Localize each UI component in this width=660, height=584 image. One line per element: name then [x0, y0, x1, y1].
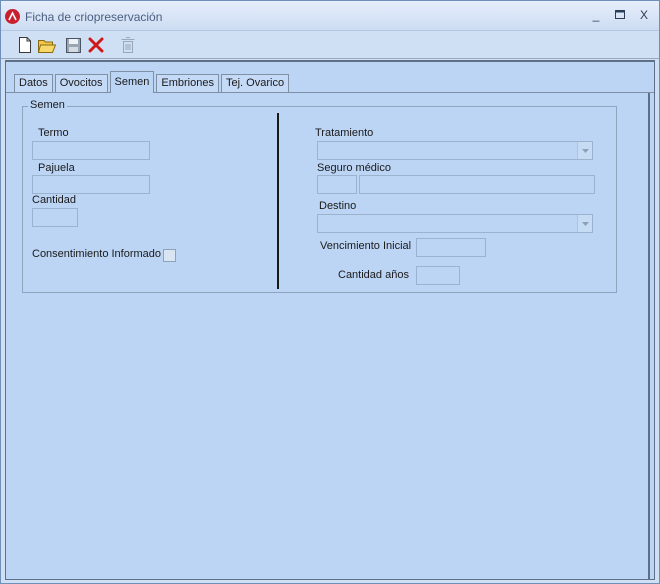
tab-tej-ovarico[interactable]: Tej. Ovarico: [220, 74, 290, 92]
chevron-down-icon[interactable]: [577, 142, 592, 159]
consentimiento-checkbox[interactable]: [163, 249, 176, 262]
cantidad-field[interactable]: [32, 208, 78, 227]
tratamiento-combo[interactable]: [317, 141, 593, 160]
tab-ovocitos[interactable]: Ovocitos: [54, 74, 108, 92]
vencimiento-label: Vencimiento Inicial: [320, 240, 412, 252]
destino-combo[interactable]: [317, 214, 593, 233]
close-button[interactable]: X: [635, 7, 653, 23]
app-window: Ficha de criopreservación _ X Datos Ovoc…: [0, 0, 660, 584]
title-bar: Ficha de criopreservación _ X: [1, 1, 659, 31]
tab-semen[interactable]: Semen: [109, 71, 155, 93]
seguro-label: Seguro médico: [317, 162, 391, 174]
consentimiento-label: Consentimiento Informado: [32, 248, 162, 260]
trash-icon: [121, 37, 135, 53]
vencimiento-field[interactable]: [416, 238, 486, 257]
semen-groupbox: Semen Termo Pajuela Cantidad Consentimie…: [22, 99, 617, 293]
trash-button[interactable]: [118, 35, 138, 55]
open-folder-icon: [38, 39, 56, 53]
tab-embriones[interactable]: Embriones: [156, 74, 219, 92]
vertical-divider: [277, 113, 279, 289]
open-button[interactable]: [37, 35, 57, 55]
save-button[interactable]: [63, 35, 83, 55]
cantidad-anos-label: Cantidad años: [338, 269, 409, 281]
maximize-icon: [615, 10, 625, 19]
new-document-icon: [19, 37, 31, 53]
seguro-code-field[interactable]: [317, 175, 357, 194]
pajuela-field[interactable]: [32, 175, 150, 194]
tab-datos[interactable]: Datos: [14, 74, 53, 92]
minimize-button[interactable]: _: [587, 7, 605, 23]
save-icon: [65, 37, 81, 53]
group-title: Semen: [28, 99, 67, 111]
tab-strip: Datos Ovocitos Semen Embriones Tej. Ovar…: [14, 71, 291, 93]
termo-field[interactable]: [32, 141, 150, 160]
tratamiento-label: Tratamiento: [315, 127, 374, 139]
delete-x-icon: [88, 37, 104, 53]
seguro-name-field[interactable]: [359, 175, 595, 194]
pajuela-label: Pajuela: [38, 162, 75, 174]
app-logo-icon: [5, 9, 20, 24]
termo-label: Termo: [38, 127, 69, 139]
chevron-down-icon[interactable]: [577, 215, 592, 232]
cantidad-label: Cantidad: [32, 194, 77, 206]
window-title: Ficha de criopreservación: [25, 10, 163, 24]
form-client-area: Datos Ovocitos Semen Embriones Tej. Ovar…: [5, 60, 655, 580]
cantidad-anos-field[interactable]: [416, 266, 460, 285]
destino-label: Destino: [319, 200, 357, 212]
delete-button[interactable]: [86, 35, 106, 55]
toolbar: [1, 31, 659, 59]
new-button[interactable]: [15, 35, 35, 55]
maximize-button[interactable]: [611, 7, 629, 23]
